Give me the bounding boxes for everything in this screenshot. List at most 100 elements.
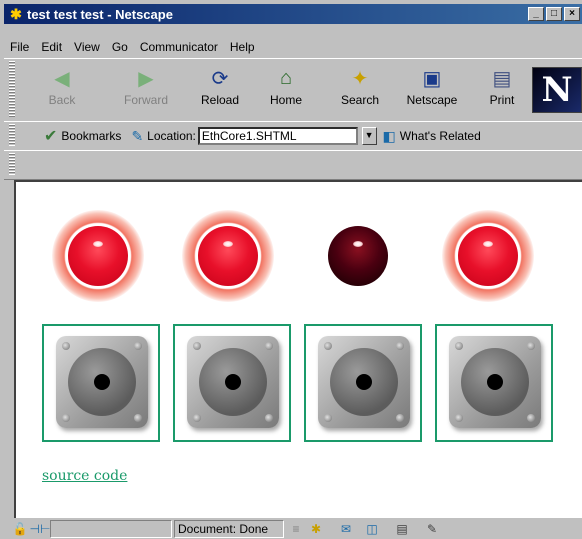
location-input[interactable]: EthCore1.SHTML <box>197 127 358 145</box>
screw-icon <box>62 342 70 350</box>
location-icon: ✎ <box>131 127 144 144</box>
back-label: Back <box>48 93 76 107</box>
screw-icon <box>527 342 535 350</box>
led-indicator-3 <box>312 210 404 302</box>
whats-related-button[interactable]: What's Related <box>400 129 481 143</box>
push-button-2[interactable] <box>173 324 291 442</box>
menu-help[interactable]: Help <box>224 40 261 54</box>
forward-button[interactable]: ▶ Forward <box>116 65 176 115</box>
screw-icon <box>324 342 332 350</box>
forward-arrow-icon: ▶ <box>138 67 154 90</box>
location-toolbar: ✔ Bookmarks ✎ Location: EthCore1.SHTML .… <box>4 121 582 151</box>
screw-icon <box>134 342 142 350</box>
screw-icon <box>455 342 463 350</box>
netscape-label: Netscape <box>406 93 458 107</box>
switch-center <box>356 374 372 390</box>
screw-icon <box>455 414 463 422</box>
status-bar: 🔓 ⊣⊢ Document: Done ≡ ✱ ✉ ◫ ▤ ✎ <box>4 518 582 539</box>
my-netscape-button[interactable]: ▣ Netscape <box>402 65 462 115</box>
screw-icon <box>527 414 535 422</box>
led-core <box>198 226 258 286</box>
menu-view[interactable]: View <box>68 40 106 54</box>
screw-icon <box>396 414 404 422</box>
netscape-app-icon: ✱ <box>10 5 22 22</box>
screw-icon <box>193 414 201 422</box>
print-icon: ▤ <box>492 67 512 90</box>
led-indicator-4 <box>442 210 534 302</box>
maximize-button[interactable]: □ <box>546 7 562 21</box>
back-arrow-icon: ◀ <box>54 67 70 90</box>
screw-icon <box>134 414 142 422</box>
menu-go[interactable]: Go <box>106 40 134 54</box>
menu-communicator[interactable]: Communicator <box>134 40 224 54</box>
search-label: Search <box>340 93 380 107</box>
close-button[interactable]: × <box>564 7 580 21</box>
back-button[interactable]: ◀ Back <box>32 65 92 115</box>
led-highlight <box>483 241 493 247</box>
location-grip[interactable] <box>9 124 15 146</box>
divider-icon: ≡ <box>292 521 300 536</box>
menu-file[interactable]: File <box>4 40 35 54</box>
progress-field <box>50 519 172 538</box>
home-label: Home <box>269 93 302 107</box>
led-core <box>458 226 518 286</box>
screw-icon <box>265 414 273 422</box>
switch-center <box>487 374 503 390</box>
screw-icon <box>265 342 273 350</box>
mail-icon[interactable]: ✉ <box>336 521 356 537</box>
connection-icon: ⊣⊢ <box>29 521 51 536</box>
navigation-toolbar: ◀ Back ▶ Forward ⟳ Reload ⌂ Home ✦ Searc… <box>4 58 582 122</box>
push-button-4[interactable] <box>435 324 553 442</box>
screw-icon <box>193 342 201 350</box>
print-label: Print <box>489 93 515 107</box>
led-core <box>328 226 388 286</box>
netscape-component-icon[interactable]: ✱ <box>306 521 326 537</box>
push-switch-icon <box>318 336 410 428</box>
push-switch-icon <box>449 336 541 428</box>
reload-icon: ⟳ <box>211 67 229 90</box>
push-switch-icon <box>56 336 148 428</box>
push-switch-icon <box>187 336 279 428</box>
screw-icon <box>324 414 332 422</box>
led-highlight <box>223 241 233 247</box>
title-bar: ✱ test test test - Netscape _ □ × <box>4 4 582 24</box>
my-netscape-icon: ▣ <box>422 67 442 90</box>
menu-edit[interactable]: Edit <box>35 40 68 54</box>
toolbar-grip[interactable] <box>9 61 15 117</box>
whats-related-icon: ◧ <box>382 127 396 144</box>
edit-page-icon[interactable]: ✎ <box>422 521 442 537</box>
screw-icon <box>62 414 70 422</box>
forward-label: Forward <box>123 93 168 107</box>
bookmarks-icon: ✔ <box>44 128 58 145</box>
composer-icon[interactable]: ▤ <box>392 521 412 537</box>
location-label: Location: <box>147 129 196 143</box>
source-code-link[interactable]: source code <box>42 468 127 484</box>
led-core <box>68 226 128 286</box>
reload-label: Reload <box>200 93 240 107</box>
browser-window: ✱ test test test - Netscape _ □ × File E… <box>0 0 582 539</box>
reload-button[interactable]: ⟳ Reload <box>190 65 250 115</box>
home-button[interactable]: ⌂ Home <box>256 65 316 115</box>
personal-toolbar <box>4 150 582 180</box>
led-indicator-2 <box>182 210 274 302</box>
security-lock-icon[interactable]: 🔓 <box>10 521 30 537</box>
discussions-icon[interactable]: ◫ <box>362 521 382 537</box>
push-button-1[interactable] <box>42 324 160 442</box>
home-icon: ⌂ <box>279 66 293 89</box>
switch-center <box>225 374 241 390</box>
push-button-3[interactable] <box>304 324 422 442</box>
page-content: source code <box>14 180 582 518</box>
personal-grip[interactable] <box>9 153 15 175</box>
search-button[interactable]: ✦ Search <box>330 65 390 115</box>
location-dropdown-button[interactable]: ▼ <box>361 127 377 145</box>
switch-center <box>94 374 110 390</box>
menu-bar: File Edit View Go Communicator Help <box>4 38 582 56</box>
status-text: Document: Done <box>174 519 284 538</box>
screw-icon <box>396 342 404 350</box>
bookmarks-button[interactable]: Bookmarks <box>61 129 121 143</box>
minimize-button[interactable]: _ <box>528 7 544 21</box>
led-indicator-1 <box>52 210 144 302</box>
print-button[interactable]: ▤ Print <box>472 65 532 115</box>
led-highlight <box>353 241 363 247</box>
netscape-logo[interactable]: N <box>532 67 582 113</box>
